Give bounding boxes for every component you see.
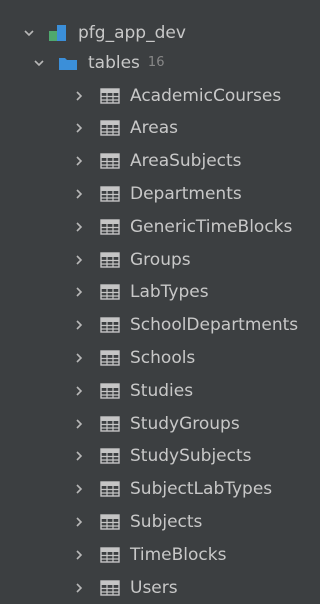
- chevron-down-icon[interactable]: [32, 56, 46, 70]
- chevron-right-icon[interactable]: [72, 154, 86, 168]
- database-icon: [49, 24, 66, 41]
- table-icon: [100, 87, 120, 104]
- tree-node-table-subjects[interactable]: Subjects: [0, 505, 320, 538]
- tree-node-table-generic-time-blocks[interactable]: GenericTimeBlocks: [0, 210, 320, 243]
- tree-node-table-lab-types[interactable]: LabTypes: [0, 276, 320, 309]
- tree-node-table-area-subjects[interactable]: AreaSubjects: [0, 145, 320, 178]
- tree-node-table-school-departments[interactable]: SchoolDepartments: [0, 309, 320, 342]
- tree-node-table-study-groups[interactable]: StudyGroups: [0, 407, 320, 440]
- tree-node-table-academic-courses[interactable]: AcademicCourses: [0, 79, 320, 112]
- database-name: pfg_app_dev: [78, 22, 186, 43]
- table-name: AcademicCourses: [130, 85, 282, 106]
- table-icon: [100, 284, 120, 300]
- table-name: AreaSubjects: [130, 151, 242, 172]
- table-icon: [100, 120, 120, 136]
- table-name: Subjects: [130, 511, 203, 532]
- table-name: StudySubjects: [130, 446, 252, 467]
- tree-node-table-users[interactable]: Users: [0, 571, 320, 604]
- table-count: 16: [147, 55, 165, 70]
- table-icon: [100, 251, 120, 268]
- table-icon: [100, 448, 120, 464]
- tree-node-table-areas[interactable]: Areas: [0, 112, 320, 145]
- chevron-right-icon[interactable]: [72, 121, 86, 135]
- tree-node-table-groups[interactable]: Groups: [0, 243, 320, 276]
- table-name: SubjectLabTypes: [130, 479, 273, 500]
- table-name: StudyGroups: [130, 413, 240, 434]
- chevron-right-icon[interactable]: [72, 384, 86, 398]
- table-icon: [100, 153, 120, 169]
- tree-node-table-studies[interactable]: Studies: [0, 374, 320, 407]
- table-name: GenericTimeBlocks: [130, 216, 293, 237]
- table-icon: [100, 514, 120, 530]
- table-icon: [100, 579, 120, 596]
- chevron-right-icon[interactable]: [72, 220, 86, 234]
- table-icon: [100, 317, 120, 333]
- chevron-right-icon[interactable]: [72, 581, 86, 595]
- chevron-right-icon[interactable]: [72, 89, 86, 103]
- table-icon: [100, 218, 120, 235]
- table-icon: [100, 481, 120, 497]
- tree-node-table-schools[interactable]: Schools: [0, 341, 320, 374]
- table-icon: [100, 350, 120, 366]
- table-name: LabTypes: [130, 282, 209, 303]
- chevron-right-icon[interactable]: [72, 318, 86, 332]
- chevron-down-icon[interactable]: [22, 26, 36, 40]
- table-name: Schools: [130, 347, 196, 368]
- table-name: Departments: [130, 183, 242, 204]
- chevron-right-icon[interactable]: [72, 253, 86, 267]
- table-icon: [100, 546, 120, 563]
- chevron-right-icon[interactable]: [72, 187, 86, 201]
- tree-node-folder-tables[interactable]: tables 16: [0, 46, 320, 79]
- chevron-right-icon[interactable]: [72, 548, 86, 562]
- tree-node-table-study-subjects[interactable]: StudySubjects: [0, 440, 320, 473]
- folder-name: tables: [88, 52, 140, 73]
- table-name: Users: [130, 577, 178, 598]
- chevron-right-icon[interactable]: [72, 449, 86, 463]
- table-icon: [100, 382, 120, 399]
- tree-node-table-departments[interactable]: Departments: [0, 177, 320, 210]
- tree-node-table-time-blocks[interactable]: TimeBlocks: [0, 538, 320, 571]
- chevron-right-icon[interactable]: [72, 515, 86, 529]
- table-name: Studies: [130, 380, 194, 401]
- chevron-right-icon[interactable]: [72, 285, 86, 299]
- table-name: Groups: [130, 249, 191, 270]
- chevron-right-icon[interactable]: [72, 417, 86, 431]
- table-icon: [100, 415, 120, 432]
- tree-node-database[interactable]: pfg_app_dev: [0, 16, 320, 49]
- database-tree: pfg_app_dev tables 16 AcademicCourses Are…: [0, 0, 320, 601]
- tree-node-table-subject-lab-types[interactable]: SubjectLabTypes: [0, 473, 320, 506]
- table-name: SchoolDepartments: [130, 315, 299, 336]
- table-name: Areas: [130, 118, 178, 139]
- table-icon: [100, 186, 120, 202]
- folder-icon: [59, 57, 77, 70]
- chevron-right-icon[interactable]: [72, 482, 86, 496]
- table-name: TimeBlocks: [130, 544, 227, 565]
- chevron-right-icon[interactable]: [72, 351, 86, 365]
